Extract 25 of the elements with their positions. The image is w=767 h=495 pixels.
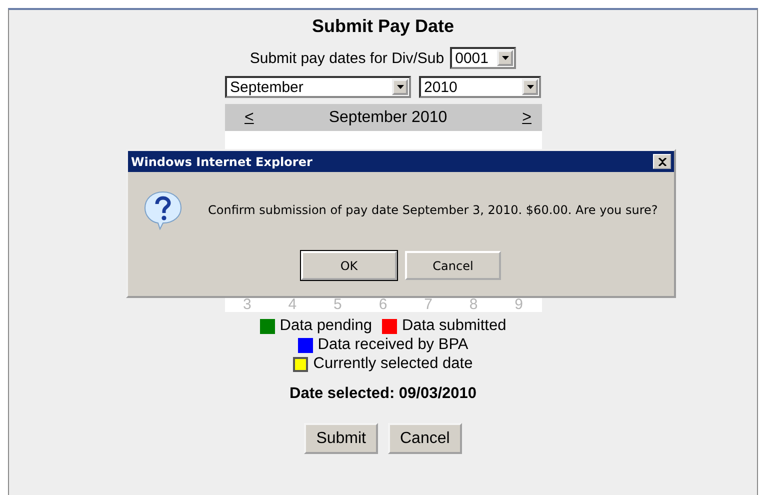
legend-label: Data submitted	[402, 317, 506, 335]
date-selected-text: Date selected: 09/03/2010	[290, 385, 476, 403]
dialog-title: Windows Internet Explorer	[131, 154, 312, 168]
prev-month-link[interactable]: <	[244, 108, 254, 126]
close-button[interactable]	[653, 154, 671, 169]
div-sub-select[interactable]: 0001	[450, 47, 516, 69]
close-icon	[658, 158, 666, 166]
ok-button[interactable]: OK	[301, 251, 397, 280]
caret-icon	[526, 85, 534, 89]
cancel-button[interactable]: Cancel	[405, 251, 501, 280]
next-month-link[interactable]: >	[522, 108, 532, 126]
legend-label: Data pending	[280, 317, 372, 335]
legend-label: Currently selected date	[313, 355, 473, 373]
cancel-button[interactable]: Cancel	[388, 423, 462, 454]
div-sub-label: Submit pay dates for Div/Sub	[250, 50, 444, 66]
year-select[interactable]: 2010	[419, 76, 541, 98]
page-title: Submit Pay Date	[312, 15, 454, 37]
month-select[interactable]: September	[225, 76, 411, 98]
month-heading: September 2010	[328, 108, 448, 126]
question-icon	[142, 189, 184, 231]
caret-icon	[396, 85, 404, 89]
dialog-message: Confirm submission of pay date September 3, 2010. $60.00. Are you sure?	[208, 203, 658, 217]
caret-icon	[502, 56, 509, 60]
legend-label: Data received by BPA	[318, 336, 468, 354]
submit-button[interactable]: Submit	[304, 423, 378, 454]
